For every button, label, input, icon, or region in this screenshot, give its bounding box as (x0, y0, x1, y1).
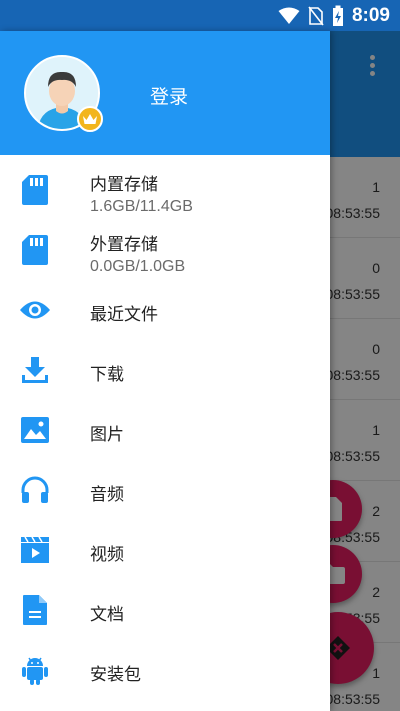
clock: 8:09 (351, 5, 390, 26)
menu-item-recent-files[interactable]: 最近文件 (0, 281, 330, 341)
menu-item-images[interactable]: 图片 (0, 401, 330, 461)
storage-usage: 0.0GB/1.0GB (90, 258, 186, 275)
login-link[interactable]: 登录 (150, 82, 188, 109)
drawer-header: 登录 (0, 31, 330, 155)
drawer-menu: 内置存储 1.6GB/11.4GB 外置存储 0.0GB/1.0GB 最近文件 … (0, 161, 330, 701)
menu-item-label: 内置存储 (90, 175, 158, 195)
menu-item-label: 外置存储 (90, 235, 158, 255)
battery-charging-icon (332, 5, 343, 26)
menu-item-label: 文档 (90, 605, 124, 625)
menu-item-external-storage[interactable]: 外置存储 0.0GB/1.0GB (0, 221, 330, 281)
sd-card-icon (18, 233, 52, 267)
sd-card-icon (18, 173, 52, 207)
menu-item-label: 图片 (90, 425, 124, 445)
crown-icon (83, 114, 97, 124)
menu-item-label: 最近文件 (90, 305, 158, 325)
menu-item-packages[interactable]: 安装包 (0, 641, 330, 701)
menu-item-documents[interactable]: 文档 (0, 581, 330, 641)
storage-usage: 1.6GB/11.4GB (90, 198, 193, 215)
no-sim-icon (308, 6, 324, 26)
menu-item-internal-storage[interactable]: 内置存储 1.6GB/11.4GB (0, 161, 330, 221)
image-icon (18, 413, 52, 447)
menu-item-label: 视频 (90, 545, 124, 565)
android-icon (18, 653, 52, 687)
document-icon (18, 593, 52, 627)
menu-item-label: 下载 (90, 365, 124, 385)
menu-item-label: 安装包 (90, 665, 141, 685)
eye-icon (18, 293, 52, 327)
video-icon (18, 533, 52, 567)
download-icon (18, 353, 52, 387)
menu-item-audio[interactable]: 音频 (0, 461, 330, 521)
menu-item-label: 音频 (90, 485, 124, 505)
wifi-icon (278, 7, 300, 24)
headphones-icon (18, 473, 52, 507)
menu-item-video[interactable]: 视频 (0, 521, 330, 581)
vip-crown-badge (77, 106, 103, 132)
navigation-drawer: 登录 内置存储 1.6GB/11.4GB 外置存储 0.0GB/1.0GB 最近… (0, 31, 330, 711)
menu-item-downloads[interactable]: 下载 (0, 341, 330, 401)
status-bar: 8:09 (0, 0, 400, 31)
